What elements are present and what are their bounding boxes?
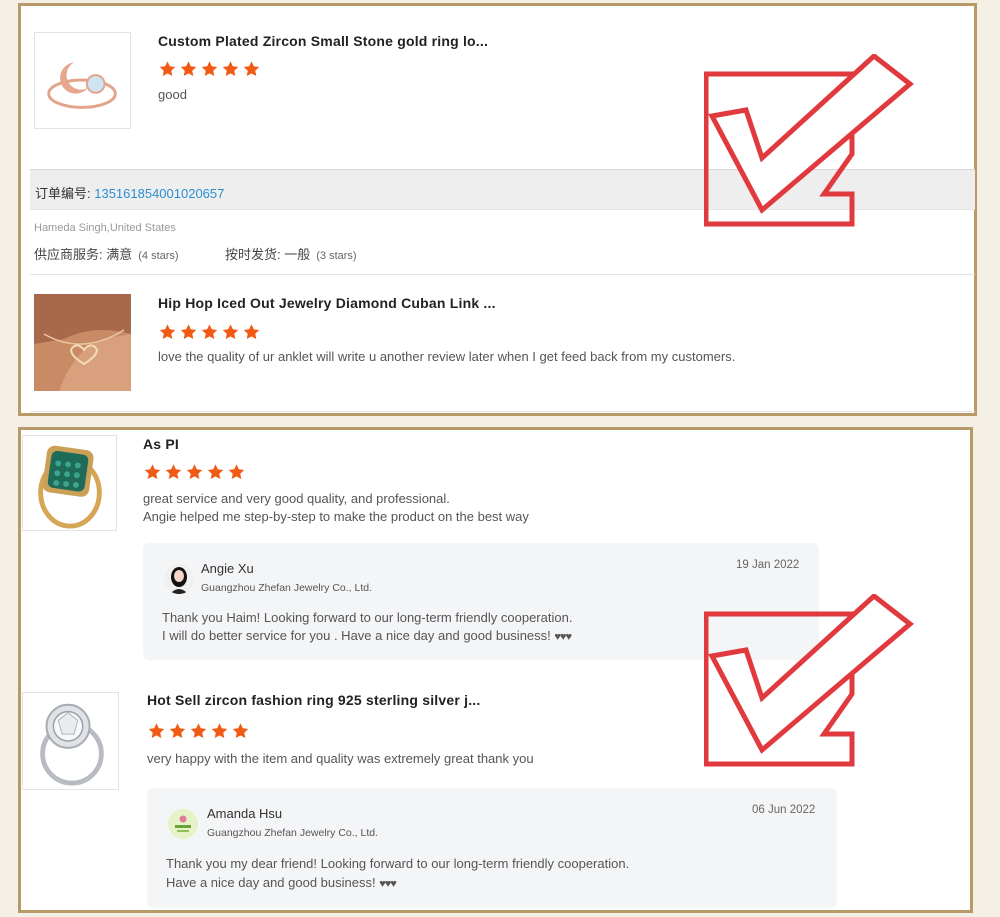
star-icon bbox=[185, 463, 204, 481]
star-icon bbox=[242, 60, 261, 78]
review-text: good bbox=[158, 87, 187, 102]
star-icon bbox=[200, 323, 219, 341]
reply-author-name: Amanda Hsu bbox=[207, 806, 283, 821]
star-icon bbox=[168, 722, 187, 740]
supplier-service-value: 满意 bbox=[106, 247, 133, 262]
reply-line-2-text: I will do better service for you . Have … bbox=[162, 628, 555, 643]
star-icon bbox=[200, 60, 219, 78]
reply-message-line-1: Thank you Haim! Looking forward to our l… bbox=[162, 610, 573, 625]
review-text: love the quality of ur anklet will write… bbox=[158, 349, 736, 364]
product-title[interactable]: Hip Hop Iced Out Jewelry Diamond Cuban L… bbox=[158, 295, 496, 311]
star-icon bbox=[227, 463, 246, 481]
hearts-icon: ♥♥♥ bbox=[554, 631, 572, 643]
star-icon bbox=[206, 463, 225, 481]
star-icon bbox=[179, 60, 198, 78]
supplier-service-label: 供应商服务: bbox=[34, 247, 107, 262]
supplier-service-stars: (4 stars) bbox=[138, 250, 179, 262]
reply-date: 19 Jan 2022 bbox=[736, 559, 800, 571]
seller-reply: Amanda Hsu Guangzhou Zhefan Jewelry Co.,… bbox=[147, 788, 837, 908]
shipping-value: 一般 bbox=[284, 247, 311, 262]
order-label: 订单编号: bbox=[35, 186, 95, 201]
rating-stars bbox=[158, 60, 261, 78]
shipping-rating: 按时发货: 一般 (3 stars) bbox=[225, 244, 357, 263]
buyer-info: Hameda Singh,United States bbox=[34, 222, 176, 234]
product-image-anklet[interactable] bbox=[34, 294, 131, 391]
product-image-silver-ring[interactable] bbox=[22, 692, 119, 790]
rating-stars bbox=[143, 463, 246, 481]
star-icon bbox=[231, 722, 250, 740]
star-icon bbox=[210, 722, 229, 740]
rating-stars bbox=[158, 323, 261, 341]
reply-message-line-2: Have a nice day and good business! ♥♥♥ bbox=[166, 874, 397, 893]
star-icon bbox=[158, 60, 177, 78]
avatar-icon bbox=[164, 564, 194, 594]
avatar-icon bbox=[168, 809, 198, 839]
hearts-icon: ♥♥♥ bbox=[379, 878, 397, 890]
reply-author-name: Angie Xu bbox=[201, 561, 254, 576]
star-icon bbox=[164, 463, 183, 481]
star-icon bbox=[147, 722, 166, 740]
review-text: very happy with the item and quality was… bbox=[147, 751, 534, 766]
product-title[interactable]: Custom Plated Zircon Small Stone gold ri… bbox=[158, 33, 488, 49]
reply-company: Guangzhou Zhefan Jewelry Co., Ltd. bbox=[201, 582, 373, 594]
product-image-emerald-ring[interactable] bbox=[22, 435, 117, 531]
reply-company: Guangzhou Zhefan Jewelry Co., Ltd. bbox=[207, 827, 379, 839]
review-text-line-1: great service and very good quality, and… bbox=[143, 491, 450, 506]
product-title[interactable]: Hot Sell zircon fashion ring 925 sterlin… bbox=[147, 692, 480, 708]
rating-stars bbox=[147, 722, 250, 740]
star-icon bbox=[143, 463, 162, 481]
review-panel-2: As PI great service and very good qualit… bbox=[18, 427, 973, 913]
order-info: 订单编号: 135161854001020657 bbox=[35, 183, 224, 202]
divider bbox=[30, 274, 975, 275]
supplier-service-rating: 供应商服务: 满意 (4 stars) bbox=[34, 244, 179, 263]
reply-message-line-1: Thank you my dear friend! Looking forwar… bbox=[166, 856, 630, 871]
star-icon bbox=[221, 60, 240, 78]
product-title[interactable]: As PI bbox=[143, 436, 179, 452]
review-text-line-2: Angie helped me step-by-step to make the… bbox=[143, 509, 529, 524]
reply-date: 06 Jun 2022 bbox=[752, 804, 816, 816]
seller-reply: Angie Xu Guangzhou Zhefan Jewelry Co., L… bbox=[143, 543, 819, 660]
product-image-moon-ring[interactable] bbox=[34, 32, 131, 129]
star-icon bbox=[179, 323, 198, 341]
star-icon bbox=[221, 323, 240, 341]
order-number-link[interactable]: 135161854001020657 bbox=[94, 186, 224, 201]
star-icon bbox=[158, 323, 177, 341]
star-icon bbox=[242, 323, 261, 341]
order-bar: 订单编号: 135161854001020657 bbox=[30, 169, 975, 210]
reply-message-line-2: I will do better service for you . Have … bbox=[162, 627, 572, 646]
shipping-label: 按时发货: bbox=[225, 247, 285, 262]
divider bbox=[30, 411, 975, 412]
reply-line-2-text: Have a nice day and good business! bbox=[166, 875, 380, 890]
shipping-stars: (3 stars) bbox=[316, 250, 357, 262]
star-icon bbox=[189, 722, 208, 740]
review-panel-1: Custom Plated Zircon Small Stone gold ri… bbox=[18, 3, 977, 416]
